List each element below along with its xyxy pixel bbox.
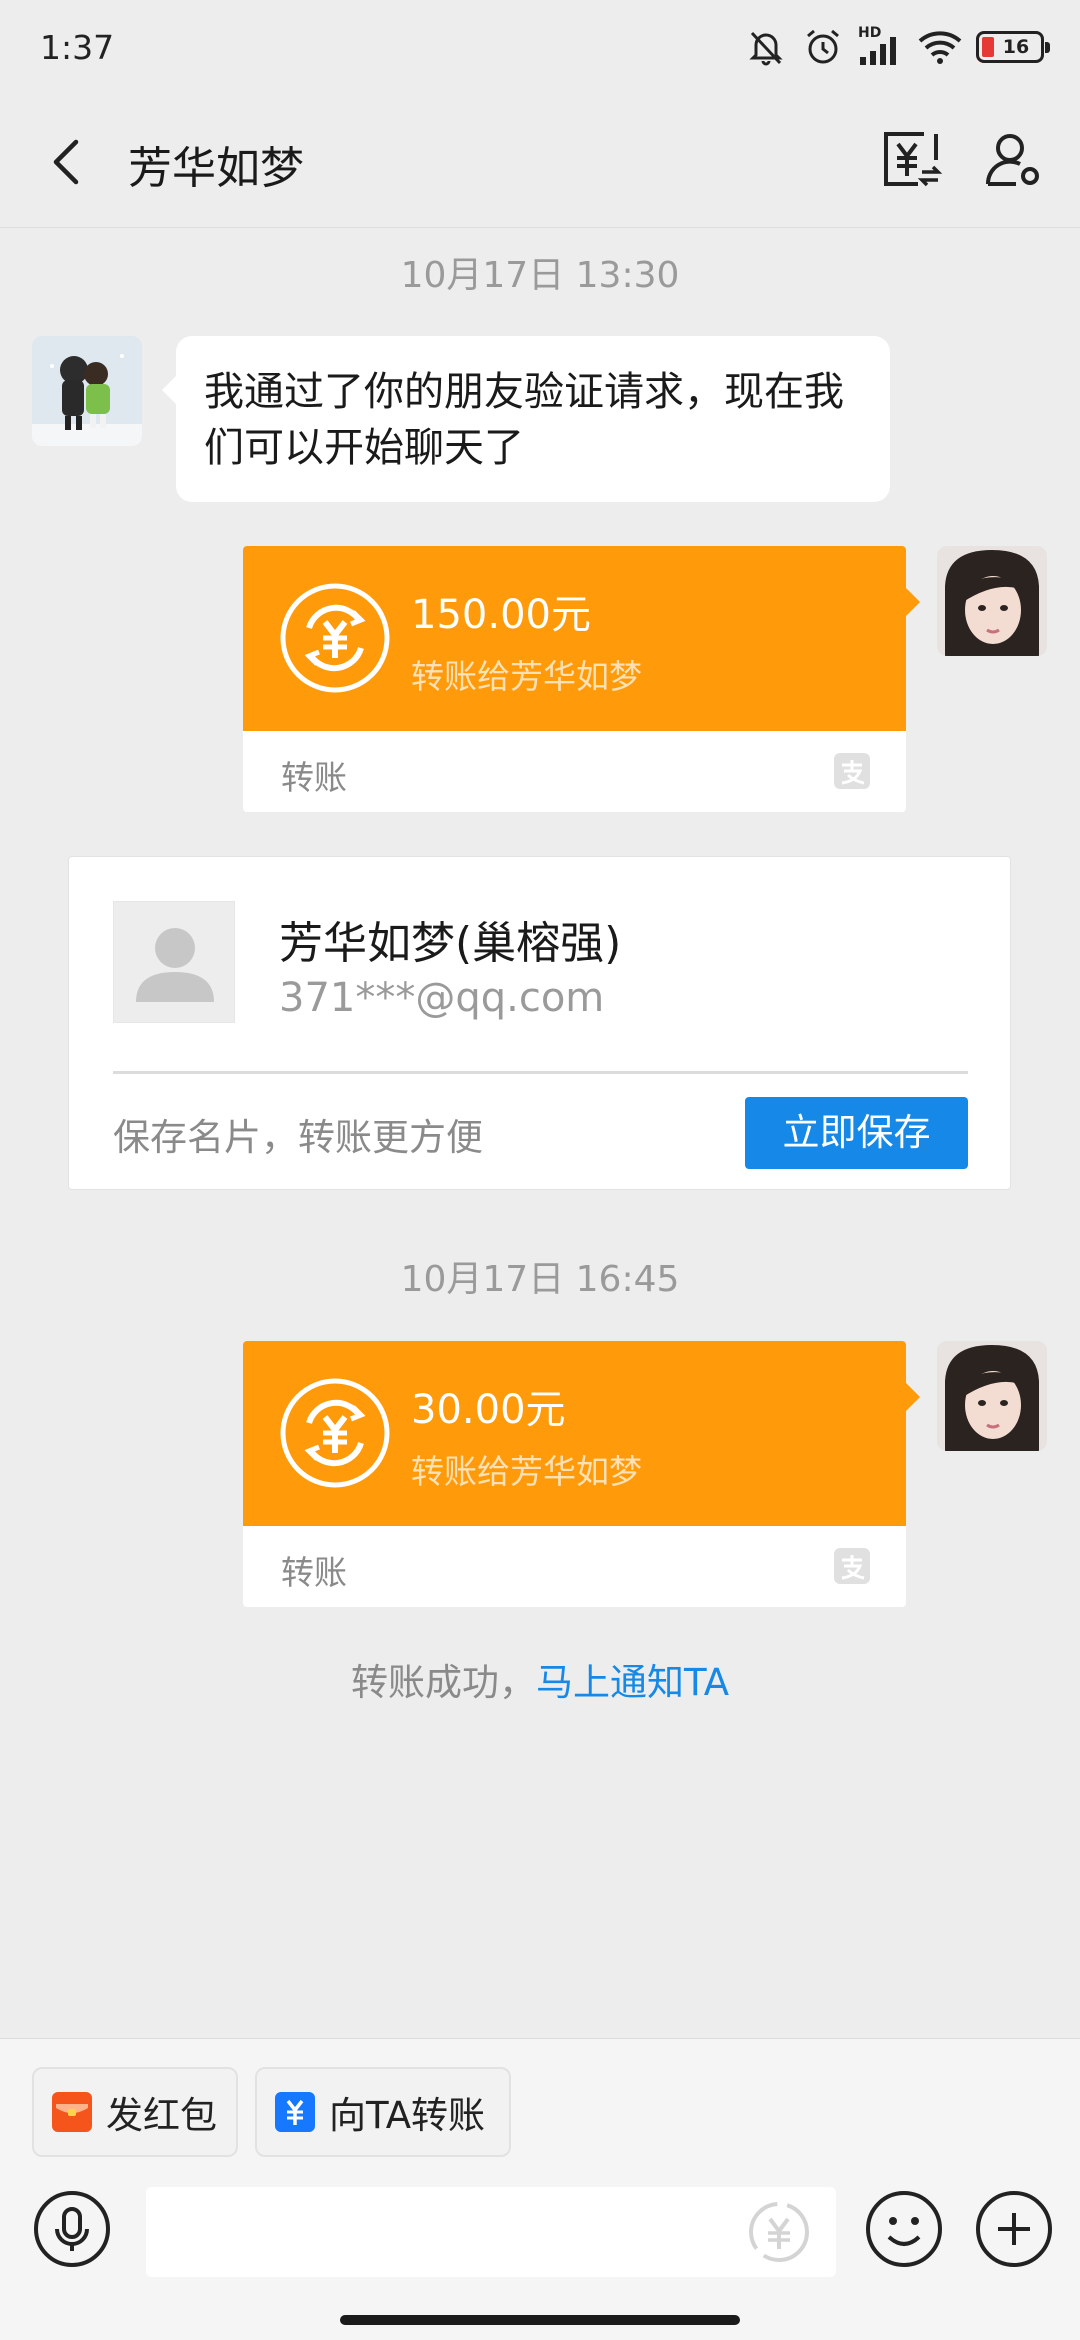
transfer-records-button[interactable] <box>878 126 944 192</box>
chevron-left-icon <box>53 139 79 185</box>
transfer-yuan-icon <box>275 2092 315 2132</box>
save-card-hint: 保存名片，转账更方便 <box>113 1116 483 1159</box>
user-settings-icon <box>985 134 1039 186</box>
alipay-icon <box>834 1548 870 1584</box>
battery-icon: 16 <box>976 31 1050 63</box>
more-options-button[interactable] <box>974 2189 1054 2269</box>
status-icons: HD 16 <box>744 24 1050 70</box>
transfer-card[interactable]: 30.00元 转账给芳华如梦 转账 <box>243 1341 920 1607</box>
mute-bell-icon <box>749 31 783 66</box>
divider <box>113 1071 968 1074</box>
default-avatar-icon <box>136 928 214 1002</box>
contact-card[interactable]: 芳华如梦(巢榕强) 371***@qq.com 保存名片，转账更方便 立即保存 <box>68 856 1011 1190</box>
wifi-icon <box>918 31 962 64</box>
battery-level: 16 <box>1002 36 1030 58</box>
transfer-success-text: 转账成功， <box>350 1661 536 1704</box>
red-packet-label: 发红包 <box>106 2094 217 2137</box>
message-timestamp: 10月17日 13:30 <box>400 255 680 296</box>
message-timestamp: 10月17日 16:45 <box>400 1259 680 1300</box>
transfer-card-header: 30.00元 转账给芳华如梦 <box>243 1341 920 1526</box>
contact-email: 371***@qq.com <box>279 975 605 1021</box>
transfer-card-footer: 转账 <box>243 1526 906 1607</box>
back-button[interactable] <box>40 132 100 192</box>
transfer-amount: 150.00元 <box>411 592 591 638</box>
voice-input-button[interactable] <box>32 2189 112 2269</box>
signal-icon: HD <box>858 25 904 67</box>
emoji-button[interactable] <box>864 2189 944 2269</box>
save-contact-button[interactable]: 立即保存 <box>745 1097 968 1169</box>
my-avatar[interactable] <box>937 546 1047 656</box>
alarm-icon <box>807 29 839 64</box>
transfer-card[interactable]: 150.00元 转账给芳华如梦 转账 <box>243 546 920 812</box>
transfer-to-ta-button[interactable]: 向TA转账 <box>255 2067 511 2157</box>
transfer-card-footer: 转账 <box>243 731 906 812</box>
friend-message-bubble[interactable]: 我通过了你的朋友验证请求，现在我们可以开始聊天了 <box>162 336 890 502</box>
smiley-icon <box>866 2191 942 2267</box>
friend-avatar[interactable] <box>32 336 142 446</box>
transfer-yuan-icon <box>280 1378 390 1488</box>
quick-transfer-icon[interactable] <box>746 2199 812 2265</box>
transfer-amount: 30.00元 <box>411 1387 566 1433</box>
transfer-success-notice: 转账成功，马上通知TA <box>0 1652 1080 1706</box>
page-title: 芳华如梦 <box>128 143 304 194</box>
contact-avatar <box>113 901 235 1023</box>
friend-message-text: 我通过了你的朋友验证请求，现在我们可以开始聊天了 <box>204 369 844 471</box>
yuan-transfer-icon <box>884 132 943 187</box>
home-indicator[interactable] <box>340 2315 740 2325</box>
transfer-card-header: 150.00元 转账给芳华如梦 <box>243 546 920 731</box>
transfer-description: 转账给芳华如梦 <box>411 657 642 696</box>
alipay-icon <box>834 753 870 789</box>
contact-name: 芳华如梦(巢榕强) <box>279 918 622 969</box>
plus-icon <box>976 2191 1052 2267</box>
transfer-to-ta-label: 向TA转账 <box>329 2094 486 2137</box>
transfer-yuan-icon <box>280 583 390 693</box>
status-time: 1:37 <box>40 28 115 67</box>
transfer-label: 转账 <box>281 758 347 797</box>
transfer-description: 转账给芳华如梦 <box>411 1452 642 1491</box>
transfer-label: 转账 <box>281 1553 347 1592</box>
notify-recipient-link[interactable]: 马上通知TA <box>536 1661 729 1704</box>
chat-input-area: 发红包 向TA转账 <box>0 2038 1080 2340</box>
red-packet-icon <box>52 2092 92 2132</box>
microphone-icon <box>34 2191 110 2267</box>
status-bar: 1:37 HD 16 <box>0 0 1080 96</box>
chat-settings-button[interactable] <box>980 126 1046 192</box>
chat-header: 芳华如梦 <box>0 96 1080 228</box>
my-avatar[interactable] <box>937 1341 1047 1451</box>
send-red-packet-button[interactable]: 发红包 <box>32 2067 238 2157</box>
message-input[interactable] <box>146 2187 836 2277</box>
